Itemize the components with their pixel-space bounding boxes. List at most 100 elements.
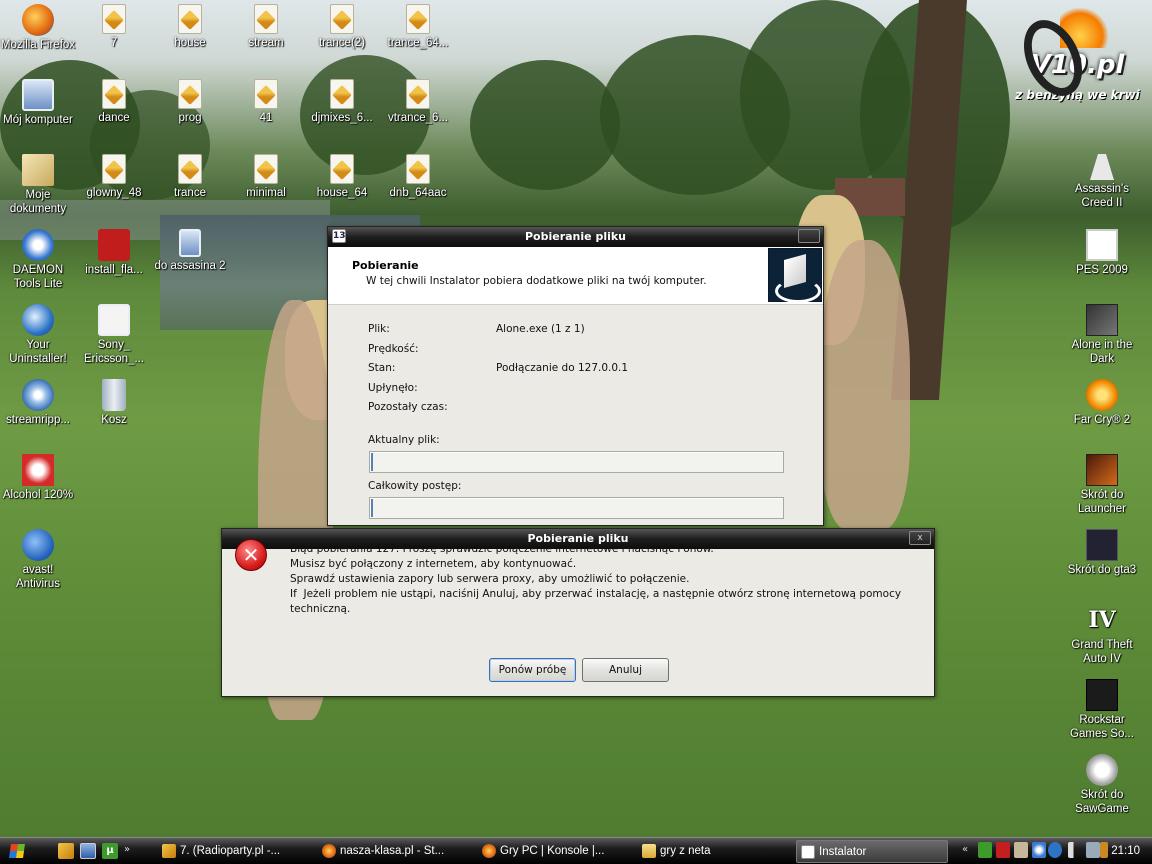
desktop-icon-launcher[interactable]: Skrót do Launcher (1064, 454, 1140, 516)
taskbar-item-winamp[interactable]: 7. (Radioparty.pl -... (158, 840, 306, 863)
desktop-icon-sawgame[interactable]: Skrót do SawGame (1064, 754, 1140, 816)
total-progress-label: Całkowity postęp: (368, 480, 462, 492)
playlist-icon (330, 4, 354, 34)
taskbar-item-gry-pc[interactable]: Gry PC | Konsole |... (478, 840, 626, 863)
tray-gadget-icon[interactable] (1014, 842, 1028, 858)
taskbar-item-nasza-klasa[interactable]: nasza-klasa.pl - St... (318, 840, 468, 863)
desktop-icon-rockstar[interactable]: Rockstar Games So... (1064, 679, 1140, 741)
avast-icon (22, 529, 54, 561)
computer-download-icon (768, 248, 822, 303)
desktop-icon-dance[interactable]: dance (76, 79, 152, 125)
launcher-icon (1086, 454, 1118, 486)
playlist-icon (406, 154, 430, 184)
uninstaller-icon (22, 304, 54, 336)
assassins-creed-icon (1090, 154, 1114, 180)
desktop-icon-glowny48[interactable]: glowny_48 (76, 154, 152, 200)
cancel-button[interactable]: Anuluj (582, 658, 669, 682)
desktop-icon-streamripper[interactable]: streamripp... (0, 379, 76, 427)
desktop-icon-vtrance[interactable]: vtrance_6... (380, 79, 456, 125)
tray-utorrent-icon[interactable] (978, 842, 992, 858)
shortcut-icon (179, 229, 201, 257)
desktop-icon-pes[interactable]: PES 2009 (1064, 229, 1140, 277)
tray-avast-icon[interactable] (1048, 842, 1062, 858)
desktop-icon-recycle-bin[interactable]: Kosz (76, 379, 152, 427)
playlist-icon (178, 79, 202, 109)
installer-titlebar[interactable]: 13 Pobieranie pliku (328, 227, 823, 247)
desktop-icon-dnb64aac[interactable]: dnb_64aac (380, 154, 456, 200)
tray-daemon-icon[interactable] (1032, 842, 1046, 858)
firefox-icon (322, 844, 336, 858)
desktop-icon-avast[interactable]: avast! Antivirus (0, 529, 76, 591)
start-button[interactable] (2, 840, 34, 862)
far-cry-icon (1086, 379, 1118, 411)
desktop-icon-trance[interactable]: trance (152, 154, 228, 200)
playlist-icon (330, 79, 354, 109)
desktop-icon-prog[interactable]: prog (152, 79, 228, 125)
desktop-icon-my-computer[interactable]: Mój komputer (0, 79, 76, 127)
tray-network-icon[interactable] (1086, 842, 1100, 858)
desktop-icon-do-assasina[interactable]: do assasina 2 (152, 229, 228, 273)
playlist-icon (254, 79, 278, 109)
installer-header: Pobieranie W tej chwili Instalator pobie… (328, 247, 823, 305)
streamripper-icon (22, 379, 54, 411)
retry-button[interactable]: Ponów próbę (489, 658, 576, 682)
desktop-icon-far-cry[interactable]: Far Cry® 2 (1064, 379, 1140, 427)
firefox-icon (22, 4, 54, 36)
error-dialog: Pobieranie pliku x ✕ Błąd pobierania 127… (221, 528, 935, 697)
desktop-icon-gta3[interactable]: Skrót do gta3 (1064, 529, 1140, 577)
desktop-icon-7[interactable]: 7 (76, 4, 152, 50)
desktop-icon-firefox[interactable]: Mozilla Firefox (0, 4, 76, 52)
playlist-icon (102, 154, 126, 184)
desktop-icon-gta4[interactable]: IV Grand Theft Auto IV (1064, 604, 1140, 666)
pes-icon (1086, 229, 1118, 261)
desktop-icon-my-documents[interactable]: Moje dokumenty (0, 154, 76, 216)
error-line-3: Sprawdź ustawienia zapory lub serwera pr… (290, 573, 690, 585)
field-label-speed: Prędkość: (368, 343, 419, 355)
error-message: Błąd pobierania 127. Proszę sprawdzić po… (290, 542, 938, 617)
desktop-icon-minimal[interactable]: minimal (228, 154, 304, 200)
quicklaunch-utorrent-icon[interactable]: μ (102, 843, 118, 859)
taskbar: μ » 7. (Radioparty.pl -... nasza-klasa.p… (0, 837, 1152, 864)
recycle-bin-icon (102, 379, 126, 411)
playlist-icon (254, 154, 278, 184)
taskbar-item-instalator[interactable]: Instalator (796, 840, 948, 863)
taskbar-item-gry-z-neta[interactable]: gry z neta (638, 840, 786, 863)
playlist-icon (406, 79, 430, 109)
field-label-remaining: Pozostały czas: (368, 401, 448, 413)
desktop-icon-trance64[interactable]: trance_64... (380, 4, 456, 50)
installer-close-button[interactable] (798, 229, 820, 243)
desktop-icon-41[interactable]: 41 (228, 79, 304, 125)
installer-window: 13 Pobieranie pliku Pobieranie W tej chw… (327, 226, 824, 526)
desktop-icon-your-uninstaller[interactable]: Your Uninstaller! (0, 304, 76, 366)
desktop-icon-alcohol[interactable]: Alcohol 120% (0, 454, 76, 502)
total-progress-fill (371, 499, 373, 517)
tray-expand-icon[interactable]: « (962, 844, 968, 855)
desktop-icon-house64[interactable]: house_64 (304, 154, 380, 200)
desktop-icon-trance2[interactable]: trance(2) (304, 4, 380, 50)
firefox-icon (482, 844, 496, 858)
desktop-icon-alone-in-the-dark[interactable]: Alone in the Dark (1064, 304, 1140, 366)
saw-icon (1086, 754, 1118, 786)
desktop-icon-sony-ericsson[interactable]: Sony_ Ericsson_... (76, 304, 152, 366)
desktop-icon-house[interactable]: house (152, 4, 228, 50)
desktop-icon-assassins-creed[interactable]: Assassin's Creed II (1064, 154, 1140, 210)
tray-ati-icon[interactable] (996, 842, 1010, 858)
desktop-icon-stream[interactable]: stream (228, 4, 304, 50)
taskbar-clock[interactable]: 21:10 (1111, 838, 1140, 864)
installer-title: Pobieranie pliku (524, 230, 627, 243)
quicklaunch-more-icon[interactable]: » (124, 844, 130, 855)
quicklaunch-winamp-icon[interactable] (58, 843, 74, 859)
playlist-icon (102, 79, 126, 109)
tray-security-icon[interactable] (1100, 842, 1108, 858)
desktop-icon-daemon-tools[interactable]: DAEMON Tools Lite (0, 229, 76, 291)
quicklaunch-desktop-icon[interactable] (80, 843, 96, 859)
tray-volume-icon[interactable] (1068, 842, 1082, 858)
documents-icon (22, 154, 54, 186)
desktop-icon-install-flash[interactable]: install_fla... (76, 229, 152, 277)
playlist-icon (178, 4, 202, 34)
current-file-progress-fill (371, 453, 373, 471)
installer-header-subtitle: W tej chwili Instalator pobiera dodatkow… (366, 275, 707, 287)
installer-icon (801, 845, 815, 859)
desktop-icon-djmixes[interactable]: djmixes_6... (304, 79, 380, 125)
folder-icon (642, 844, 656, 858)
